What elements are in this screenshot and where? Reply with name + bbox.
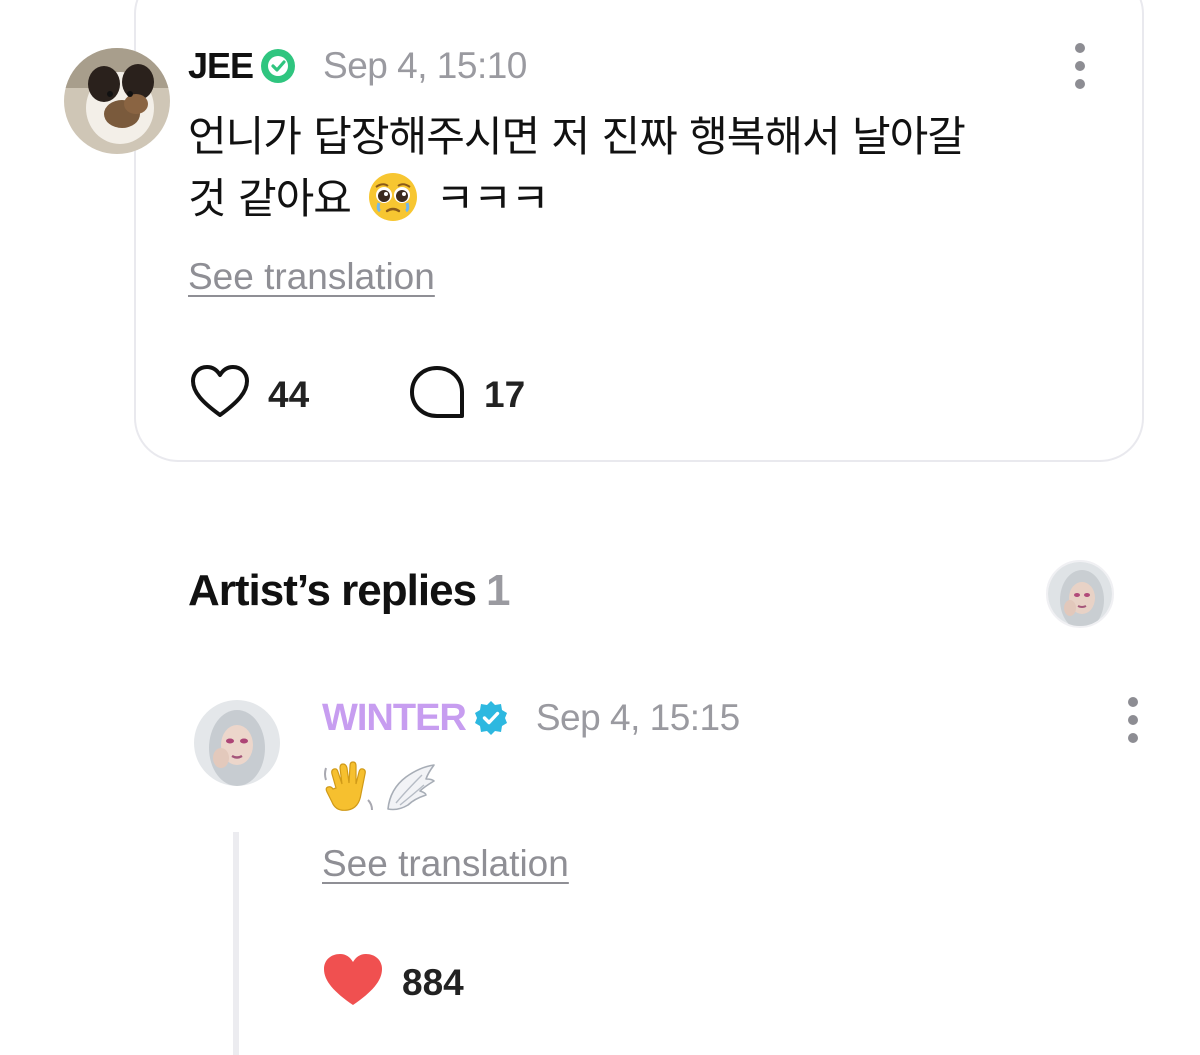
comment-user-name[interactable]: JEE bbox=[188, 45, 254, 87]
comment-text-line-2: 것 같아요 ㅋㅋㅋ bbox=[188, 168, 1088, 230]
heart-outline-icon bbox=[190, 364, 250, 425]
artist-avatar-winter[interactable] bbox=[194, 700, 280, 786]
comment-text-line-1: 언니가 답장해주시면 저 진짜 행복해서 날아갈 bbox=[188, 112, 966, 161]
comment-header: JEE Sep 4, 15:10 bbox=[188, 40, 527, 92]
artist-verified-badge-icon bbox=[472, 699, 510, 737]
see-translation-link[interactable]: See translation bbox=[188, 256, 435, 298]
heart-filled-icon bbox=[322, 952, 384, 1013]
comment-text-suffix: ㅋㅋㅋ bbox=[435, 174, 550, 223]
artist-replies-title: Artist’s replies bbox=[188, 566, 477, 615]
reply-more-options-icon[interactable] bbox=[1127, 697, 1139, 743]
comment-more-options-icon[interactable] bbox=[1074, 43, 1086, 89]
reply-count: 17 bbox=[484, 373, 526, 415]
pleading-face-emoji-icon bbox=[367, 171, 419, 223]
wing-emoji-icon bbox=[382, 761, 438, 820]
reply-timestamp: Sep 4, 15:15 bbox=[535, 697, 740, 738]
comment-text: 언니가 답장해주시면 저 진짜 행복해서 날아갈 것 같아요 ㅋㅋㅋ bbox=[188, 106, 1088, 230]
reply-header: WINTER Sep 4, 15:15 bbox=[322, 692, 740, 744]
reply-user-name[interactable]: WINTER bbox=[322, 697, 467, 740]
speech-bubble-icon bbox=[408, 364, 466, 425]
reply-like-button[interactable]: 884 bbox=[322, 952, 464, 1013]
comment-text-prefix: 것 같아요 bbox=[188, 174, 352, 223]
like-button[interactable]: 44 bbox=[190, 364, 309, 425]
reply-button[interactable]: 17 bbox=[408, 364, 525, 425]
artist-replies-heading: Artist’s replies 1 bbox=[188, 566, 511, 616]
reply-thread-line bbox=[233, 832, 239, 1055]
waving-hand-emoji-icon bbox=[322, 760, 376, 821]
reply-see-translation-link[interactable]: See translation bbox=[322, 843, 569, 885]
like-count: 44 bbox=[268, 373, 310, 415]
verified-badge-icon bbox=[259, 47, 297, 85]
artist-avatar-small[interactable] bbox=[1046, 560, 1114, 628]
user-avatar-jee[interactable] bbox=[64, 48, 170, 154]
artist-replies-count: 1 bbox=[486, 566, 511, 615]
comment-thread-page: JEE Sep 4, 15:10 언니가 답장해주시면 저 진짜 행복해서 날아… bbox=[0, 0, 1200, 1055]
reply-text bbox=[322, 760, 438, 820]
reply-like-count: 884 bbox=[402, 961, 464, 1003]
comment-timestamp: Sep 4, 15:10 bbox=[323, 45, 527, 86]
